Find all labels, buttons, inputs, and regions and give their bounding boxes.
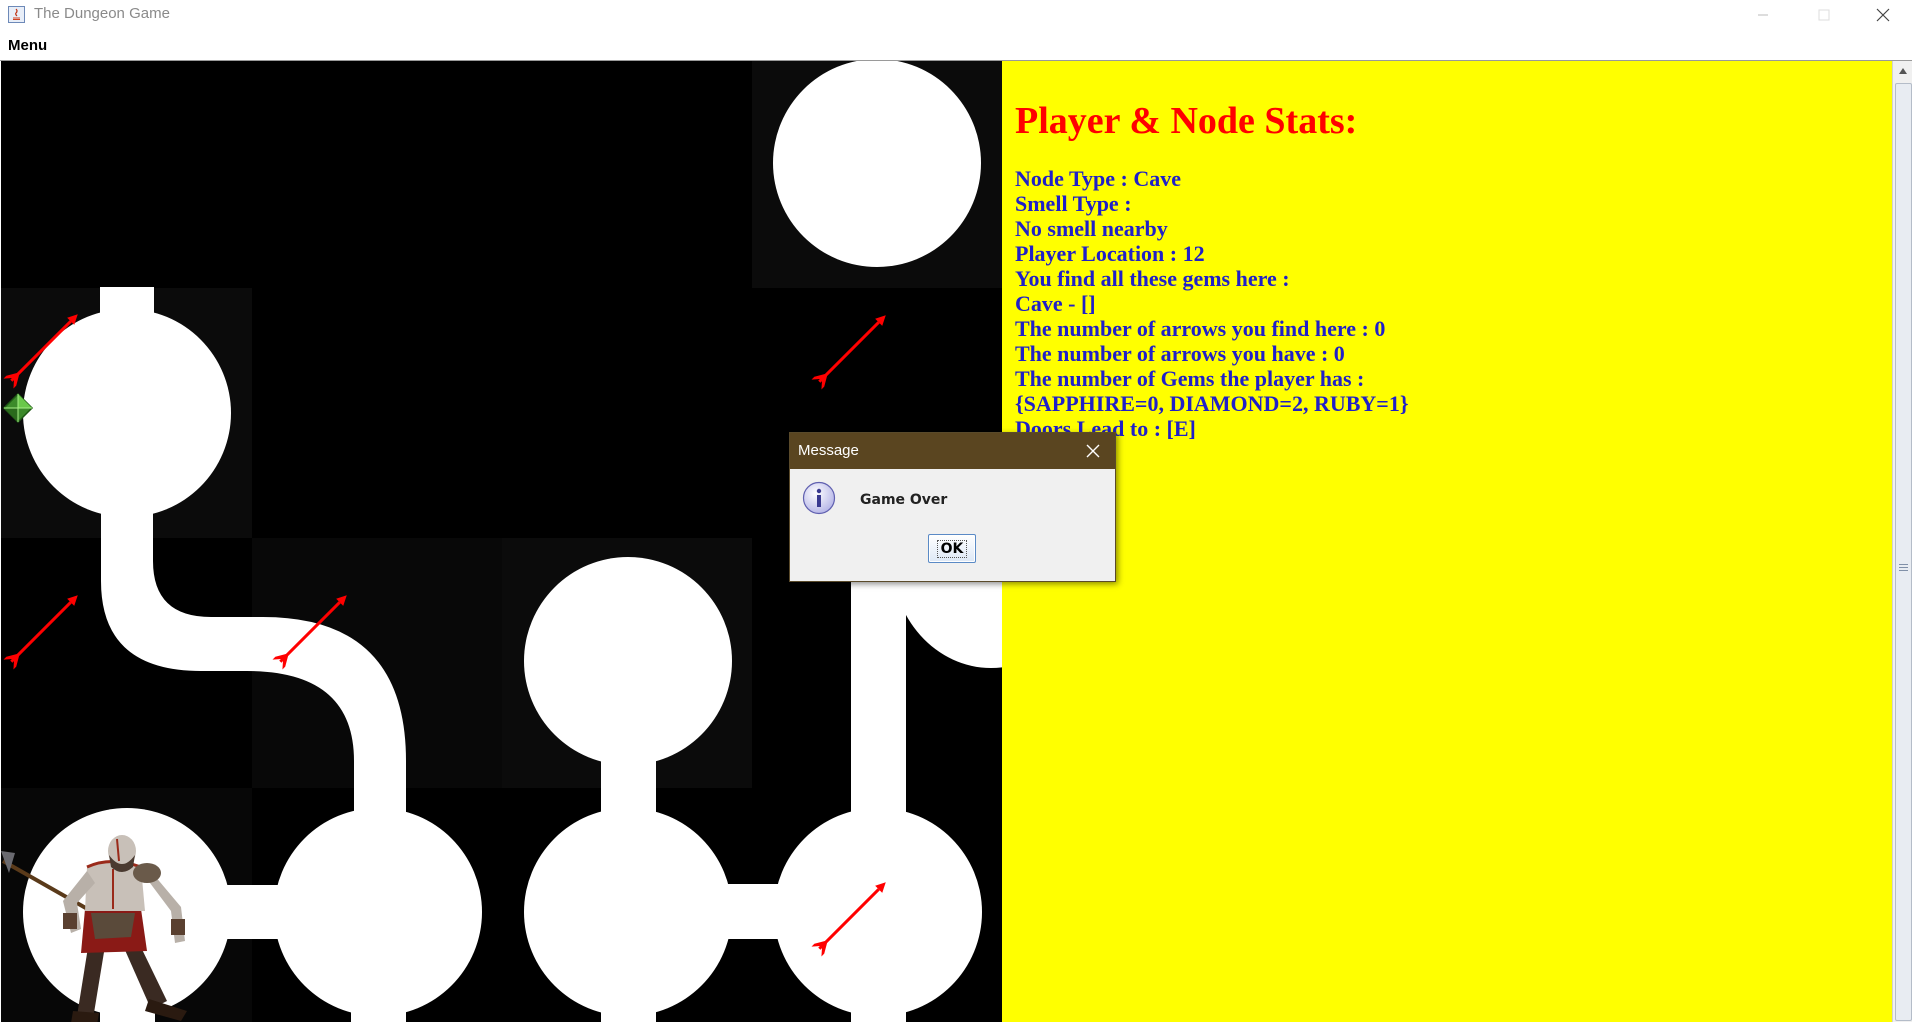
scroll-grip xyxy=(1899,564,1908,573)
close-icon xyxy=(1876,8,1890,22)
stat-arrows-found: The number of arrows you find here : 0 xyxy=(1015,316,1386,341)
dialog-close-icon[interactable] xyxy=(1084,442,1102,460)
cave xyxy=(524,557,732,765)
maximize-button[interactable] xyxy=(1795,0,1853,30)
ok-button-label: OK xyxy=(936,539,968,558)
window-title: The Dungeon Game xyxy=(34,5,170,22)
arrow-icon xyxy=(811,315,886,390)
stats-panel: Player & Node Stats: Node Type : Cave Sm… xyxy=(1002,61,1892,1022)
stat-smell-type: Smell Type : xyxy=(1015,191,1132,216)
scroll-up-button[interactable] xyxy=(1893,61,1912,81)
minimize-icon xyxy=(1758,14,1768,16)
cave xyxy=(774,808,982,1016)
window-titlebar: The Dungeon Game xyxy=(0,0,1912,30)
scroll-thumb[interactable] xyxy=(1895,83,1912,1021)
cave xyxy=(524,808,732,1016)
cave xyxy=(23,309,231,517)
menu-bar: Menu xyxy=(0,30,1912,61)
stat-player-location: Player Location : 12 xyxy=(1015,241,1205,266)
close-window-button[interactable] xyxy=(1854,0,1912,30)
vertical-scrollbar[interactable] xyxy=(1892,61,1912,1022)
ok-button[interactable]: OK xyxy=(928,534,976,563)
stat-player-gems-value: {SAPPHIRE=0, DIAMOND=2, RUBY=1} xyxy=(1015,391,1409,416)
stats-title: Player & Node Stats: xyxy=(1015,100,1358,142)
stat-smell-value: No smell nearby xyxy=(1015,216,1168,241)
stat-gems-here-label: You find all these gems here : xyxy=(1015,266,1290,291)
java-app-icon xyxy=(8,6,25,23)
dialog-message: Game Over xyxy=(860,492,948,508)
stat-node-type: Node Type : Cave xyxy=(1015,166,1182,191)
message-dialog: Message Game Over OK xyxy=(789,432,1116,582)
info-icon xyxy=(802,481,836,515)
dialog-title: Message xyxy=(798,442,859,459)
chevron-up-icon xyxy=(1899,68,1907,74)
maximize-icon xyxy=(1818,9,1830,21)
menu-item-menu[interactable]: Menu xyxy=(8,37,47,54)
arrow-icon xyxy=(3,595,78,670)
stat-arrows-have: The number of arrows you have : 0 xyxy=(1015,341,1345,366)
dialog-titlebar[interactable]: Message xyxy=(790,433,1115,469)
stat-gems-here-value: Cave - [] xyxy=(1015,291,1096,316)
cave xyxy=(274,808,482,1016)
stat-player-gems-label: The number of Gems the player has : xyxy=(1015,366,1365,391)
cave xyxy=(773,61,981,267)
minimize-button[interactable] xyxy=(1734,0,1792,30)
